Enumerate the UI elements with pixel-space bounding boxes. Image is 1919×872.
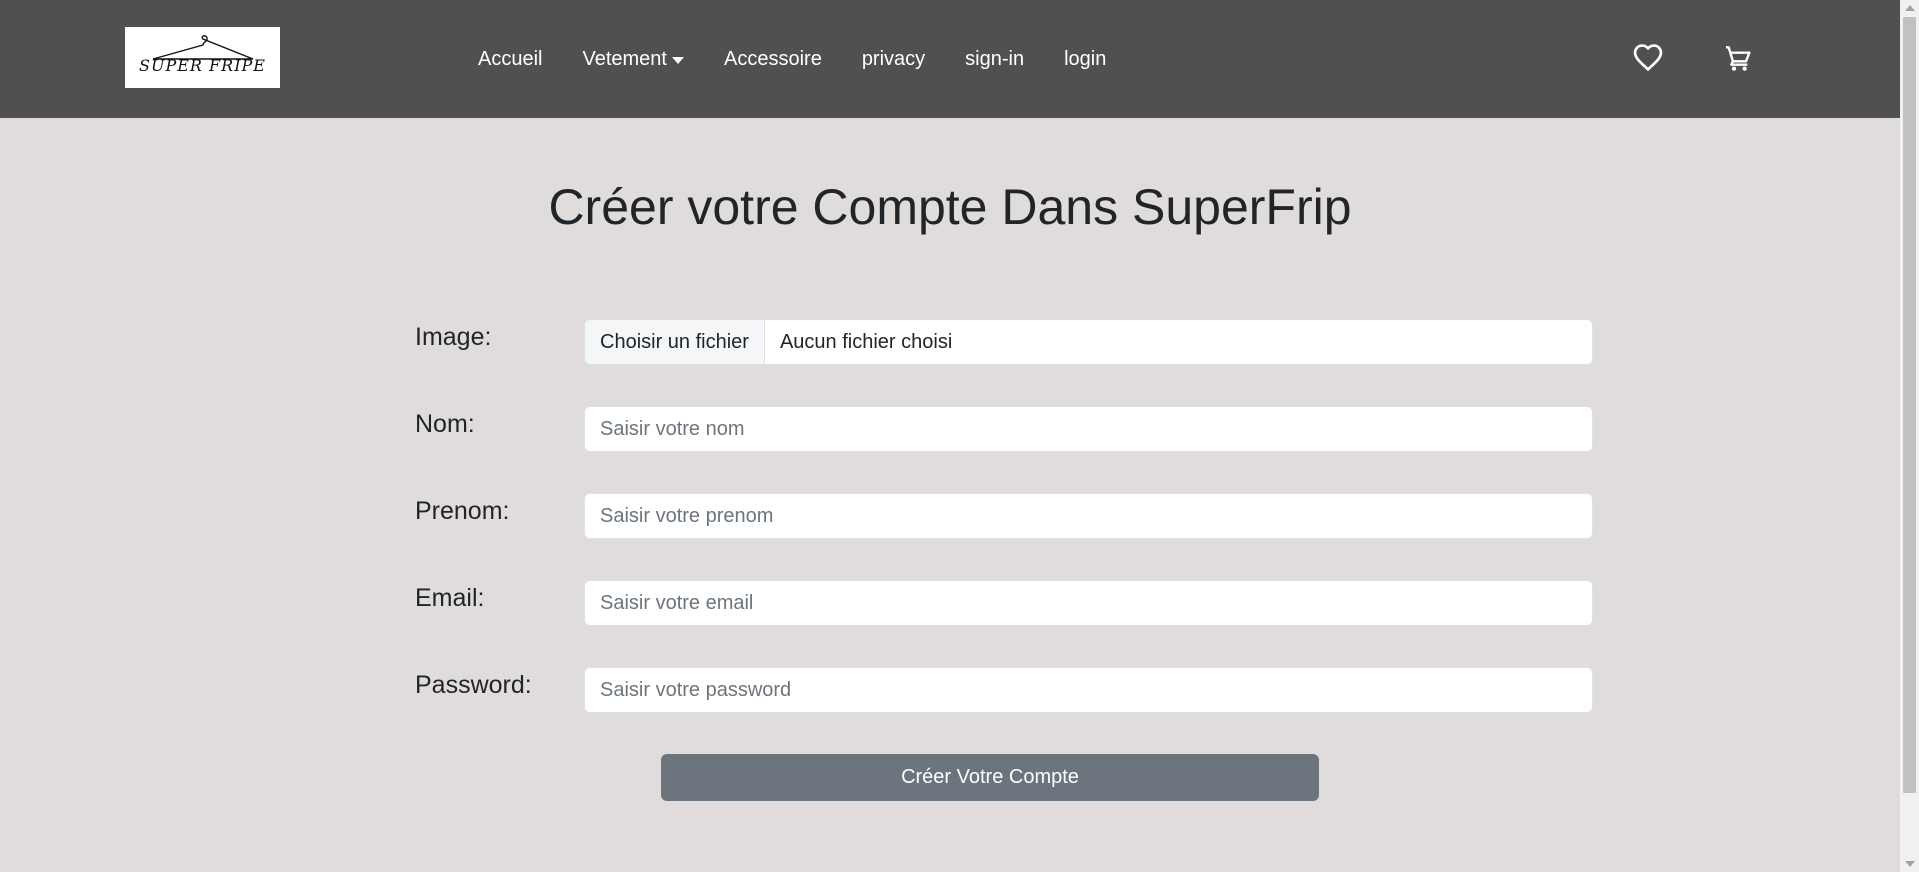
prenom-input[interactable] (584, 493, 1593, 539)
nav-link-accueil[interactable]: Accueil (478, 48, 542, 71)
logo-text: SUPER FRIPE (139, 56, 266, 75)
form-row-prenom: Prenom: (415, 493, 1593, 539)
form-row-image: Image: Choisir un fichier Aucun fichier … (415, 319, 1593, 365)
choose-file-button[interactable]: Choisir un fichier (585, 320, 765, 364)
prenom-label: Prenom: (415, 497, 510, 525)
navbar: SUPER FRIPE Accueil Vetement Accessoire … (0, 0, 1900, 118)
nav-links: Accueil Vetement Accessoire privacy sign… (478, 0, 1146, 118)
email-label: Email: (415, 584, 485, 612)
nav-link-login[interactable]: login (1064, 48, 1106, 71)
caret-down-icon (672, 56, 684, 64)
nom-input[interactable] (584, 406, 1593, 452)
vertical-scrollbar[interactable] (1900, 0, 1919, 872)
email-input[interactable] (584, 580, 1593, 626)
image-file-input[interactable]: Choisir un fichier Aucun fichier choisi (584, 319, 1593, 365)
nav-link-label: Vetement (582, 47, 667, 70)
file-status-text: Aucun fichier choisi (779, 330, 953, 353)
password-label: Password: (415, 671, 532, 699)
form-row-password: Password: (415, 667, 1593, 713)
form-row-email: Email: (415, 580, 1593, 626)
nav-link-label: Accessoire (724, 47, 822, 70)
nav-link-label: Accueil (478, 47, 543, 70)
brand-logo[interactable]: SUPER FRIPE (125, 27, 280, 88)
image-label: Image: (415, 323, 492, 351)
heart-icon[interactable] (1632, 42, 1664, 74)
nav-link-vetement-dropdown[interactable]: Vetement (582, 48, 684, 71)
nom-label: Nom: (415, 410, 475, 438)
nav-link-label: privacy (861, 47, 926, 70)
create-account-button[interactable]: Créer Votre Compte (661, 754, 1319, 801)
scrollbar-thumb[interactable] (1903, 17, 1916, 793)
nav-link-label: sign-in (965, 47, 1025, 70)
nav-link-accessoire[interactable]: Accessoire (724, 48, 822, 71)
page-title: Créer votre Compte Dans SuperFrip (548, 179, 1352, 235)
scroll-down-icon[interactable] (1905, 861, 1915, 867)
nav-link-privacy[interactable]: privacy (862, 48, 925, 71)
form-row-nom: Nom: (415, 406, 1593, 452)
cart-icon[interactable] (1722, 42, 1754, 74)
scroll-up-icon[interactable] (1905, 5, 1915, 11)
nav-link-sign-in[interactable]: sign-in (965, 48, 1024, 71)
password-input[interactable] (584, 667, 1593, 713)
nav-link-label: login (1064, 47, 1107, 70)
